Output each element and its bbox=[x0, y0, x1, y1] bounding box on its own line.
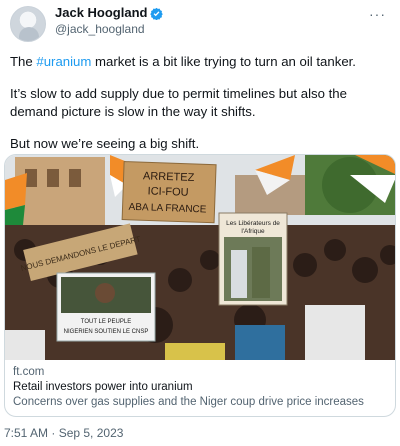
card-domain: ft.com bbox=[13, 366, 45, 378]
author-avatar[interactable] bbox=[10, 6, 46, 42]
more-options-icon[interactable]: ··· bbox=[369, 6, 386, 22]
tweet-header: Jack Hoogland @jack_hoogland ··· bbox=[10, 5, 390, 49]
author-name-row[interactable]: Jack Hoogland bbox=[55, 5, 164, 21]
card-title[interactable]: Retail investors power into uranium bbox=[13, 380, 387, 395]
poster-title-2: l'Afrique bbox=[241, 228, 265, 235]
poster-title: Les Libérateurs de bbox=[226, 220, 280, 227]
protest-photo-illustration: ARRETEZ ICI-FOU ABA LA FRANCE NOUS DEMAN… bbox=[5, 155, 395, 360]
tweet-paragraph-1: The #uranium market is a bit like trying… bbox=[10, 53, 390, 71]
bottom-poster-text-1: TOUT LE PEUPLE bbox=[81, 319, 131, 325]
author-names: Jack Hoogland @jack_hoogland bbox=[55, 5, 164, 37]
tweet-text-suffix: market is a bit like trying to turn an o… bbox=[91, 54, 356, 69]
sign-text-1: ARRETEZ bbox=[143, 170, 195, 184]
link-preview-card[interactable]: ARRETEZ ICI-FOU ABA LA FRANCE NOUS DEMAN… bbox=[4, 154, 396, 417]
tweet-text-prefix: The bbox=[10, 54, 37, 69]
tweet-paragraph-2: It’s slow to add supply due to permit ti… bbox=[10, 86, 347, 119]
tweet-paragraph-3: But now we’re seeing a big shift. bbox=[10, 136, 200, 151]
tweet-text: The #uranium market is a bit like trying… bbox=[10, 53, 390, 153]
protest-photo: ARRETEZ ICI-FOU ABA LA FRANCE NOUS DEMAN… bbox=[5, 155, 395, 360]
author-name[interactable]: Jack Hoogland bbox=[55, 5, 147, 21]
author-handle[interactable]: @jack_hoogland bbox=[55, 21, 163, 37]
hashtag-link[interactable]: #uranium bbox=[36, 54, 91, 69]
bottom-poster-text-2: NIGERIEN SOUTIEN LE CNSP bbox=[64, 329, 149, 335]
card-description: Concerns over gas supplies and the Niger… bbox=[13, 396, 364, 408]
sign-text-2: ICI-FOU bbox=[147, 185, 188, 198]
card-meta[interactable]: ft.com Retail investors power into urani… bbox=[5, 360, 395, 410]
verified-badge-icon bbox=[150, 7, 164, 20]
tweet: Jack Hoogland @jack_hoogland ··· The #ur… bbox=[0, 0, 400, 446]
tweet-timestamp[interactable]: 7:51 AM · Sep 5, 2023 bbox=[4, 426, 123, 440]
